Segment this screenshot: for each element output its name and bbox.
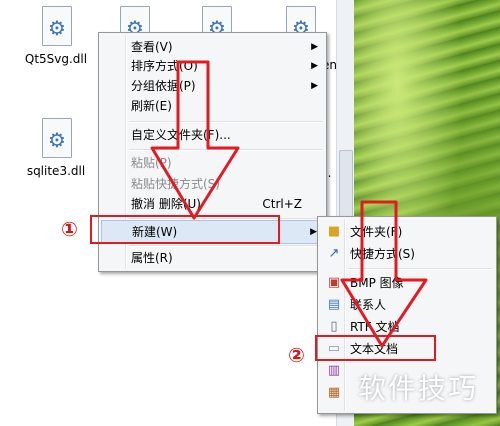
menu-item-label: 属性(R) xyxy=(131,251,173,265)
dll-file-icon: ⚙ xyxy=(39,6,73,46)
file-qt5svg[interactable]: ⚙ Qt5Svg.dll xyxy=(16,6,96,66)
file-label: sqlite3.dll xyxy=(26,164,86,178)
red-down-arrow-2 xyxy=(340,200,428,348)
menu-item-label: 查看(V) xyxy=(131,40,173,54)
menu-item-properties[interactable]: 属性(R) xyxy=(101,247,324,269)
submenu-arrow-icon: ▶ xyxy=(311,61,318,71)
red-down-arrow-1 xyxy=(150,60,240,220)
watermark-text: 软件技巧 xyxy=(358,372,479,405)
file-sqlite3[interactable]: ⚙ sqlite3.dll xyxy=(16,118,96,178)
archive-icon: ▥ xyxy=(327,363,341,378)
zip-archive-icon: ▦ xyxy=(327,385,341,400)
submenu-arrow-icon: ▶ xyxy=(310,227,317,237)
dll-file-icon: ⚙ xyxy=(39,118,73,158)
step-number-2: ② xyxy=(288,343,305,367)
file-label: Qt5Svg.dll xyxy=(24,52,88,66)
submenu-arrow-icon: ▶ xyxy=(311,81,318,91)
step-number-1: ① xyxy=(61,217,78,241)
menu-item-shortcut: Ctrl+Z xyxy=(262,197,302,211)
